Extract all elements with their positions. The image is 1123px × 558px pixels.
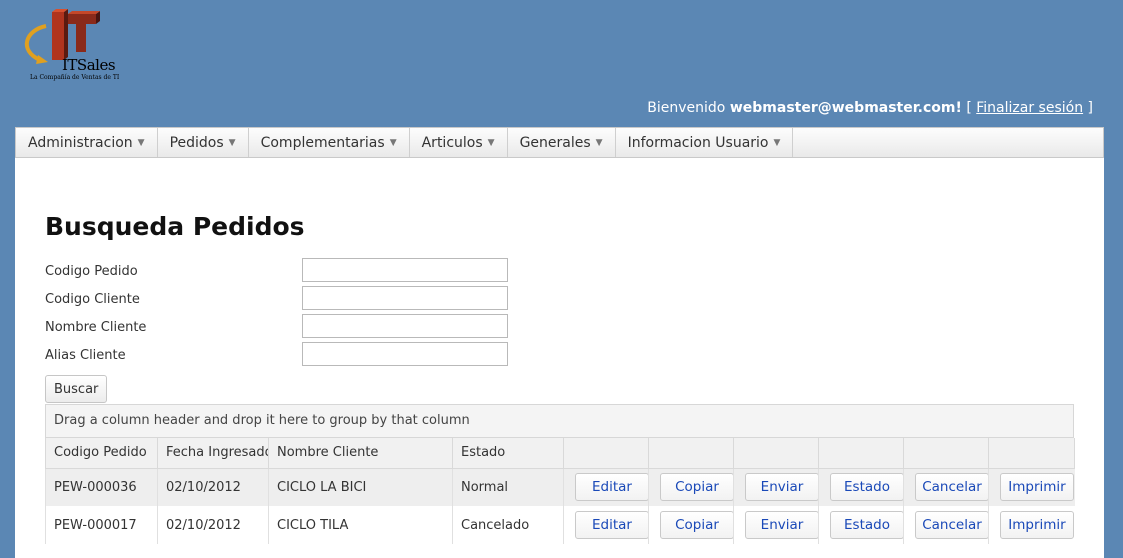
cell-fecha-ingresado: 02/10/2012 <box>157 468 269 506</box>
menu-item-informacion-usuario[interactable]: Informacion Usuario ▼ <box>616 128 794 157</box>
estado-button[interactable]: Estado <box>830 473 904 502</box>
copiar-button[interactable]: Copiar <box>660 473 734 502</box>
column-header-enviar <box>733 438 819 469</box>
itsales-logo: ITSales La Compañía de Ventas de TI <box>18 8 120 84</box>
editar-button[interactable]: Editar <box>575 511 649 539</box>
cell-action: Estado <box>818 468 904 506</box>
cell-fecha-ingresado: 02/10/2012 <box>157 506 269 544</box>
cell-action: Copiar <box>648 506 734 544</box>
column-header-estado[interactable]: Estado <box>452 438 564 469</box>
editar-button[interactable]: Editar <box>575 473 649 502</box>
alias-cliente-input[interactable] <box>302 342 508 366</box>
cell-action: Enviar <box>733 506 819 544</box>
bracket-open: [ <box>966 100 972 116</box>
menu-item-label: Informacion Usuario <box>627 134 769 151</box>
cell-estado: Normal <box>452 468 564 506</box>
cell-action: Cancelar <box>903 468 989 506</box>
codigo-cliente-input[interactable] <box>302 286 508 310</box>
cancelar-button[interactable]: Cancelar <box>915 511 989 539</box>
alias-cliente-label: Alias Cliente <box>45 348 126 363</box>
search-button[interactable]: Buscar <box>45 375 108 403</box>
enviar-button[interactable]: Enviar <box>745 473 819 502</box>
page-title: Busqueda Pedidos <box>45 212 305 241</box>
menu-item-articulos[interactable]: Articulos ▼ <box>410 128 508 157</box>
form-row-alias-cliente: Alias Cliente <box>45 342 515 372</box>
logo-tagline: La Compañía de Ventas de TI <box>30 74 120 81</box>
form-row-codigo-pedido: Codigo Pedido <box>45 258 515 288</box>
cell-nombre-cliente: CICLO TILA <box>268 506 453 544</box>
cell-action: Imprimir <box>988 468 1075 506</box>
menu-item-label: Articulos <box>421 134 483 151</box>
menu-item-complementarias[interactable]: Complementarias ▼ <box>249 128 410 157</box>
codigo-cliente-label: Codigo Cliente <box>45 292 140 307</box>
dropdown-arrow-icon: ▼ <box>137 137 145 148</box>
column-header-imprimir <box>988 438 1075 469</box>
main-menu: Administracion ▼ Pedidos ▼ Complementari… <box>15 127 1104 158</box>
cell-action: Copiar <box>648 468 734 506</box>
column-header-copiar <box>648 438 734 469</box>
cell-action: Editar <box>563 468 649 506</box>
menu-item-label: Administracion <box>28 134 133 151</box>
table-row[interactable]: PEW-000017 02/10/2012 CICLO TILA Cancela… <box>45 506 1075 544</box>
table-header-row: Codigo Pedido Fecha Ingresado Nombre Cli… <box>45 438 1075 469</box>
welcome-prefix: Bienvenido <box>647 100 726 116</box>
column-header-codigo-pedido[interactable]: Codigo Pedido <box>45 438 158 469</box>
menu-item-pedidos[interactable]: Pedidos ▼ <box>158 128 249 157</box>
column-header-nombre-cliente[interactable]: Nombre Cliente <box>268 438 453 469</box>
imprimir-button[interactable]: Imprimir <box>1000 511 1074 539</box>
cell-action: Estado <box>818 506 904 544</box>
menu-item-label: Complementarias <box>260 134 385 151</box>
menu-item-generales[interactable]: Generales ▼ <box>508 128 616 157</box>
codigo-pedido-input[interactable] <box>302 258 508 282</box>
menu-item-label: Generales <box>519 134 591 151</box>
group-by-panel[interactable]: Drag a column header and drop it here to… <box>45 404 1074 438</box>
menu-item-administracion[interactable]: Administracion ▼ <box>16 128 158 157</box>
cell-estado: Cancelado <box>452 506 564 544</box>
cancelar-button[interactable]: Cancelar <box>915 473 989 502</box>
nombre-cliente-label: Nombre Cliente <box>45 320 147 335</box>
table-row[interactable]: PEW-000036 02/10/2012 CICLO LA BICI Norm… <box>45 468 1075 506</box>
estado-button[interactable]: Estado <box>830 511 904 539</box>
content-panel: Busqueda Pedidos Codigo Pedido Codigo Cl… <box>15 158 1104 558</box>
welcome-bar: Bienvenido webmaster@webmaster.com! [ Fi… <box>647 100 1093 116</box>
form-row-codigo-cliente: Codigo Cliente <box>45 286 515 316</box>
dropdown-arrow-icon: ▼ <box>487 137 495 148</box>
dropdown-arrow-icon: ▼ <box>595 137 603 148</box>
column-header-cancelar <box>903 438 989 469</box>
cell-action: Editar <box>563 506 649 544</box>
menu-item-label: Pedidos <box>169 134 224 151</box>
logo-text: ITSales <box>62 56 116 74</box>
welcome-user: webmaster@webmaster.com! <box>729 100 962 116</box>
cell-action: Enviar <box>733 468 819 506</box>
form-row-nombre-cliente: Nombre Cliente <box>45 314 515 344</box>
column-header-estado-action <box>818 438 904 469</box>
orders-grid: Drag a column header and drop it here to… <box>45 404 1075 544</box>
dropdown-arrow-icon: ▼ <box>773 137 781 148</box>
imprimir-button[interactable]: Imprimir <box>1000 473 1074 502</box>
column-header-editar <box>563 438 649 469</box>
dropdown-arrow-icon: ▼ <box>228 137 236 148</box>
bracket-close: ] <box>1087 100 1093 116</box>
cell-nombre-cliente: CICLO LA BICI <box>268 468 453 506</box>
codigo-pedido-label: Codigo Pedido <box>45 264 138 279</box>
enviar-button[interactable]: Enviar <box>745 511 819 539</box>
orders-table: Codigo Pedido Fecha Ingresado Nombre Cli… <box>45 438 1075 544</box>
column-header-fecha-ingresado[interactable]: Fecha Ingresado <box>157 438 269 469</box>
nombre-cliente-input[interactable] <box>302 314 508 338</box>
dropdown-arrow-icon: ▼ <box>389 137 397 148</box>
cell-action: Imprimir <box>988 506 1075 544</box>
cell-action: Cancelar <box>903 506 989 544</box>
cell-codigo-pedido: PEW-000036 <box>45 468 158 506</box>
cell-codigo-pedido: PEW-000017 <box>45 506 158 544</box>
logout-link[interactable]: Finalizar sesión <box>976 100 1083 116</box>
copiar-button[interactable]: Copiar <box>660 511 734 539</box>
